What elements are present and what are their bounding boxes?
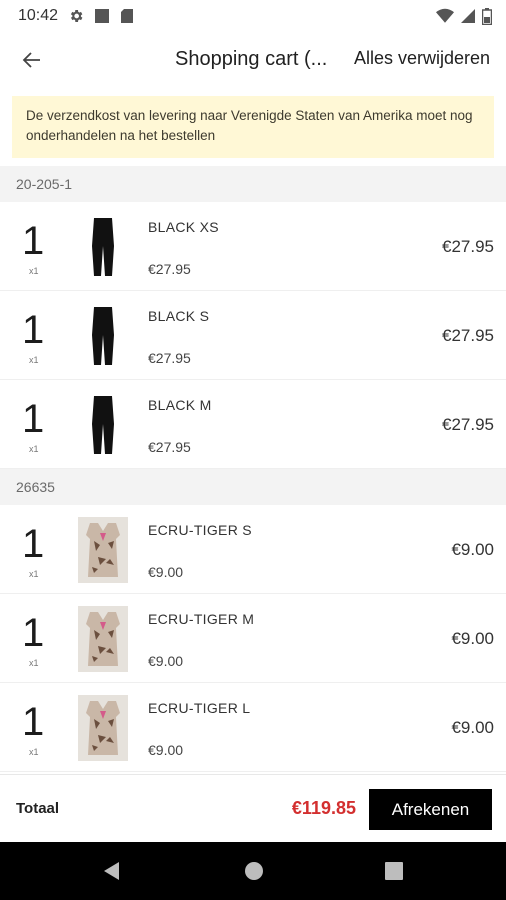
group-header: 26635 [0, 469, 506, 505]
variant-label: BLACK S [148, 308, 210, 324]
cart-item[interactable]: 1 x1 ECRU-TIGER L €9.00 €9.00 [0, 683, 506, 772]
total-value: €119.85 [291, 798, 356, 818]
line-total: €27.95 [442, 237, 494, 256]
line-total: €9.00 [451, 718, 494, 737]
product-thumbnail [78, 606, 128, 672]
cart-item[interactable]: 1 x1 BLACK M €27.95 €27.95 [0, 380, 506, 469]
variant-label: ECRU-TIGER M [148, 611, 255, 627]
unit-price: €27.95 [148, 439, 191, 455]
arrow-left-icon [22, 52, 40, 68]
product-thumbnail [78, 303, 128, 369]
unit-price: €27.95 [148, 261, 191, 277]
line-total: €9.00 [451, 540, 494, 559]
line-total: €27.95 [442, 415, 494, 434]
back-button[interactable] [16, 44, 48, 76]
cart-footer: Totaal €119.85 Afrekenen [0, 774, 506, 842]
shipping-notice: De verzendkost van levering naar Verenig… [12, 96, 494, 158]
clear-all-button[interactable]: Alles verwijderen [354, 48, 490, 69]
total-label: Totaal [16, 800, 60, 817]
quantity[interactable]: 1 [22, 309, 44, 351]
tiger-top-icon [86, 701, 120, 755]
cell-signal-icon [461, 9, 475, 23]
unit-price: €9.00 [148, 564, 184, 580]
status-bar: 10:42 [0, 0, 506, 32]
variant-label: BLACK XS [148, 219, 219, 235]
quantity[interactable]: 1 [22, 612, 44, 654]
product-thumbnail [78, 214, 128, 280]
unit-price: €9.00 [148, 653, 184, 669]
quantity-multiplier: x1 [29, 355, 39, 365]
cart-item[interactable]: 1 x1 ECRU-TIGER M €9.00 €9.00 [0, 594, 506, 683]
status-right [436, 7, 492, 25]
status-time: 10:42 [18, 7, 59, 24]
quantity-multiplier: x1 [29, 569, 39, 579]
nav-back-icon[interactable] [101, 860, 123, 882]
variant-label: BLACK M [148, 397, 212, 413]
system-nav-bar [0, 842, 506, 900]
quantity-multiplier: x1 [29, 444, 39, 454]
cart-item[interactable]: 1 x1 BLACK XS €27.95 €27.95 [0, 202, 506, 291]
quantity-multiplier: x1 [29, 266, 39, 276]
wifi-icon [436, 8, 454, 23]
gear-icon [70, 10, 83, 22]
product-thumbnail [78, 695, 128, 761]
status-left: 10:42 [18, 7, 134, 25]
page-title: Shopping cart (... [175, 48, 328, 70]
sd-card-icon [121, 9, 134, 23]
tiger-top-icon [86, 612, 120, 666]
quantity-multiplier: x1 [29, 747, 39, 757]
leggings-icon [92, 218, 114, 276]
cart-item[interactable]: 1 x1 BLACK S €27.95 €27.95 [0, 291, 506, 380]
tiger-top-icon [86, 523, 120, 577]
product-thumbnail [78, 517, 128, 583]
nav-home-icon[interactable] [243, 860, 265, 882]
quantity[interactable]: 1 [22, 523, 44, 565]
unit-price: €27.95 [148, 350, 191, 366]
group-header: 20-205-1 [0, 166, 506, 202]
app-bar: Shopping cart (... Alles verwijderen [0, 32, 506, 88]
quantity-multiplier: x1 [29, 658, 39, 668]
line-total: €9.00 [451, 629, 494, 648]
product-thumbnail [78, 392, 128, 458]
quantity[interactable]: 1 [22, 220, 44, 262]
square-icon [95, 9, 110, 23]
line-total: €27.95 [442, 326, 494, 345]
unit-price: €9.00 [148, 742, 184, 758]
battery-icon [482, 7, 492, 25]
quantity[interactable]: 1 [22, 398, 44, 440]
checkout-button[interactable]: Afrekenen [369, 789, 492, 830]
variant-label: ECRU-TIGER S [148, 522, 252, 538]
nav-recents-icon[interactable] [383, 860, 405, 882]
cart-item[interactable]: 1 x1 ECRU-TIGER S €9.00 €9.00 [0, 505, 506, 594]
leggings-icon [92, 396, 114, 454]
variant-label: ECRU-TIGER L [148, 700, 251, 716]
leggings-icon [92, 307, 114, 365]
quantity[interactable]: 1 [22, 701, 44, 743]
